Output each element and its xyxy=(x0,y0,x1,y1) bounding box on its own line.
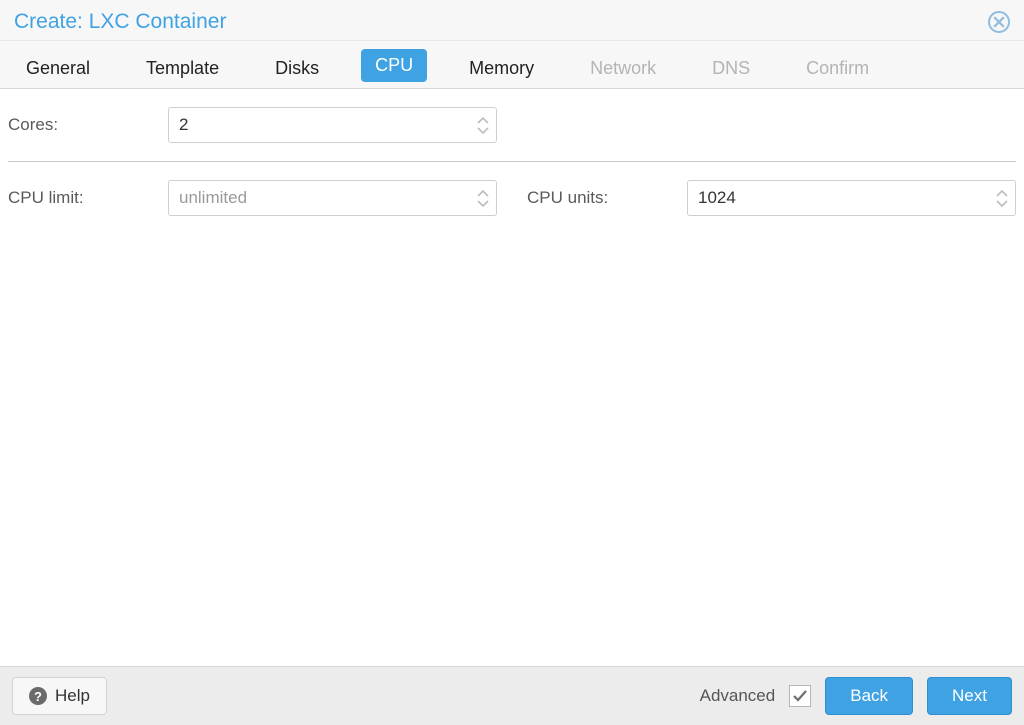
tab-network: Network xyxy=(576,50,670,89)
row-cores: Cores: xyxy=(8,103,497,147)
back-button[interactable]: Back xyxy=(825,677,913,715)
tab-disks[interactable]: Disks xyxy=(261,50,333,89)
advanced-label: Advanced xyxy=(700,686,776,706)
close-icon xyxy=(993,16,1005,28)
help-label: Help xyxy=(55,686,90,706)
chevron-down-icon xyxy=(996,199,1008,207)
chevron-down-icon xyxy=(477,126,489,134)
cpu-limit-spinner[interactable] xyxy=(168,180,497,216)
chevron-up-icon xyxy=(477,117,489,125)
chevron-up-icon xyxy=(996,190,1008,198)
chevron-down-icon xyxy=(477,199,489,207)
tab-general[interactable]: General xyxy=(12,50,104,89)
dialog-title: Create: LXC Container xyxy=(14,10,226,34)
row-cpu-units: CPU units: xyxy=(527,176,1016,220)
tab-dns: DNS xyxy=(698,50,764,89)
cpu-limit-spin-buttons[interactable] xyxy=(470,190,496,207)
row-separator xyxy=(8,161,1016,162)
tab-cpu[interactable]: CPU xyxy=(361,49,427,82)
chevron-up-icon xyxy=(477,190,489,198)
check-icon xyxy=(792,688,808,704)
tab-memory[interactable]: Memory xyxy=(455,50,548,89)
row-cpu-limit: CPU limit: xyxy=(8,176,497,220)
next-button[interactable]: Next xyxy=(927,677,1012,715)
cores-spinner[interactable] xyxy=(168,107,497,143)
dialog-body: Cores: CPU limit: CPU units: xyxy=(0,89,1024,666)
help-button[interactable]: ? Help xyxy=(12,677,107,715)
cpu-limit-label: CPU limit: xyxy=(8,188,158,208)
cpu-units-spinner[interactable] xyxy=(687,180,1016,216)
cpu-units-input[interactable] xyxy=(688,188,989,208)
cpu-form: Cores: CPU limit: CPU units: xyxy=(8,103,1016,220)
cores-label: Cores: xyxy=(8,115,158,135)
advanced-checkbox[interactable] xyxy=(789,685,811,707)
cpu-units-spin-buttons[interactable] xyxy=(989,190,1015,207)
close-button[interactable] xyxy=(988,11,1010,33)
help-icon: ? xyxy=(29,687,47,705)
tab-confirm: Confirm xyxy=(792,50,883,89)
dialog-footer: ? Help Advanced Back Next xyxy=(0,666,1024,725)
tab-template[interactable]: Template xyxy=(132,50,233,89)
cpu-limit-input[interactable] xyxy=(169,188,470,208)
wizard-tabs: General Template Disks CPU Memory Networ… xyxy=(0,41,1024,89)
cores-input[interactable] xyxy=(169,115,470,135)
cpu-units-label: CPU units: xyxy=(527,188,677,208)
dialog-header: Create: LXC Container xyxy=(0,0,1024,41)
cores-spin-buttons[interactable] xyxy=(470,117,496,134)
